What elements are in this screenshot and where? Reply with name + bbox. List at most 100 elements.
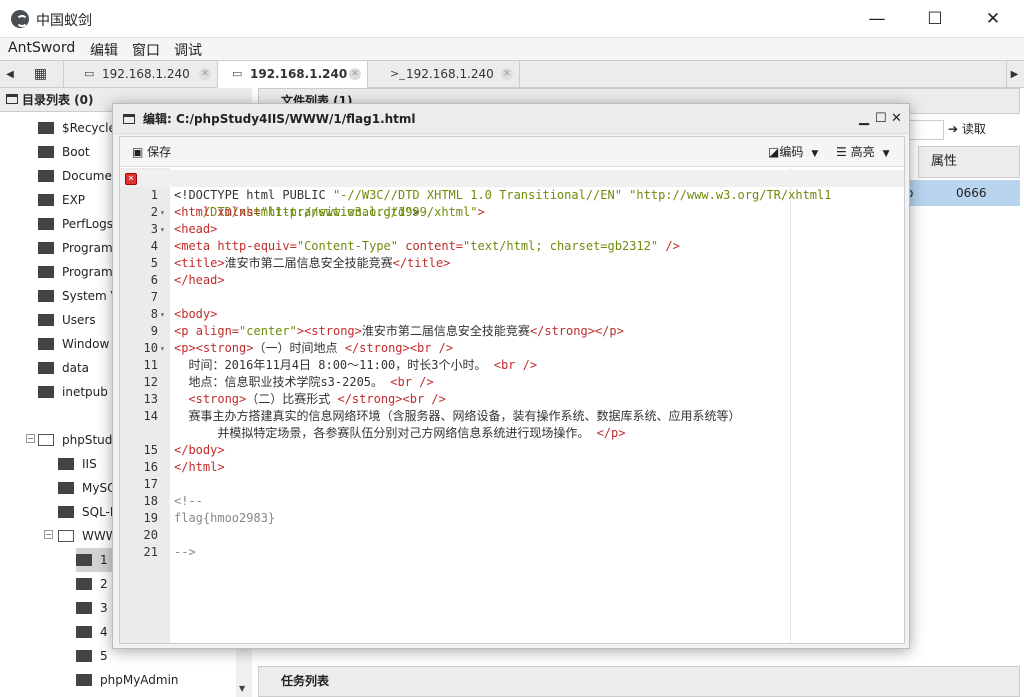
tree-item[interactable]: Docume xyxy=(38,164,112,188)
tree-item[interactable]: 4 xyxy=(76,620,108,644)
task-list-header: 任务列表 xyxy=(258,666,1020,697)
save-button[interactable]: ▣ 保存 xyxy=(132,137,171,167)
save-icon: ▣ xyxy=(132,145,148,159)
tree-item[interactable]: phpMyAdmin xyxy=(76,668,179,692)
tree-item[interactable]: Program xyxy=(38,236,113,260)
highlight-dropdown[interactable]: ☰ 高亮 ▼ xyxy=(836,137,890,169)
editor-dialog-title: 编辑: C:/phpStudy4IIS/WWW/1/flag1.html xyxy=(143,112,416,126)
antsword-logo-icon xyxy=(11,10,29,28)
tree-item[interactable]: Window xyxy=(38,332,109,356)
folder-icon xyxy=(38,241,54,254)
tab-scroll-right-icon[interactable]: ▶ xyxy=(1006,61,1022,88)
tab-terminal[interactable]: >_ 192.168.1.240 ✕ xyxy=(368,61,520,88)
folder-open-icon xyxy=(58,529,74,542)
task-list-title: 任务列表 xyxy=(281,674,330,688)
table-row[interactable]: o 0666 xyxy=(898,180,1020,206)
folder-icon xyxy=(38,169,54,182)
folder-icon xyxy=(38,337,54,350)
collapse-icon[interactable]: − xyxy=(44,530,53,539)
row-attr: 0666 xyxy=(956,186,987,200)
folder-icon xyxy=(58,457,74,470)
folder-icon xyxy=(38,121,54,134)
folder-icon xyxy=(38,193,54,206)
minimize-icon[interactable]: ▁ xyxy=(859,104,869,134)
tab-filemanager-1[interactable]: ▭ 192.168.1.240 ✕ xyxy=(64,61,218,88)
chevron-down-icon: ▼ xyxy=(882,149,890,159)
tree-item[interactable]: Users xyxy=(38,308,96,332)
folder-icon xyxy=(38,145,54,158)
fold-icon[interactable]: ▾ xyxy=(160,306,165,323)
tree-item[interactable]: phpStud xyxy=(38,428,112,452)
tree-item[interactable]: SQL-F xyxy=(58,500,117,524)
tab-filemanager-2[interactable]: ▭ 192.168.1.240 ✕ xyxy=(218,61,368,88)
folder-icon xyxy=(38,289,54,302)
fold-icon[interactable]: ▾ xyxy=(160,221,165,238)
tree-item[interactable]: 3 xyxy=(76,596,108,620)
grid-icon: ▦ xyxy=(33,66,48,82)
tab-scroll-left-icon[interactable]: ◀ xyxy=(2,61,18,88)
code-editor[interactable]: × 1 <!DOCTYPE html PUBLIC "-//W3C//DTD XHT… xyxy=(120,168,904,643)
folder-icon xyxy=(38,265,54,278)
maximize-button[interactable]: ☐ xyxy=(912,0,958,38)
tab-label: 192.168.1.240 xyxy=(102,67,190,81)
tree-item[interactable]: 5 xyxy=(76,644,108,668)
folder-icon xyxy=(76,577,92,590)
window-titlebar: 中国蚁剑 — ☐ ✕ xyxy=(0,0,1024,38)
print-margin xyxy=(790,168,791,643)
collapse-icon[interactable]: − xyxy=(26,434,35,443)
tab-close-icon[interactable]: ✕ xyxy=(501,68,513,80)
list-icon: ☰ xyxy=(836,145,851,159)
read-button[interactable]: ➔ 读取 xyxy=(948,120,986,137)
menu-antsword[interactable]: AntSword xyxy=(8,40,75,56)
code-line: × 1 <!DOCTYPE html PUBLIC "-//W3C//DTD XHT… xyxy=(120,170,904,202)
folder-icon xyxy=(76,553,92,566)
tab-close-icon[interactable]: ✕ xyxy=(349,68,361,80)
error-icon: × xyxy=(125,173,137,185)
editor-dialog-titlebar[interactable]: 编辑: C:/phpStudy4IIS/WWW/1/flag1.html ▁ ☐… xyxy=(113,104,909,134)
tree-item[interactable]: $Recycle xyxy=(38,116,116,140)
encoding-dropdown[interactable]: ◪编码 ▼ xyxy=(768,137,818,169)
folder-icon xyxy=(38,217,54,230)
tree-item[interactable]: IIS xyxy=(58,452,97,476)
menu-debug[interactable]: 调试 xyxy=(174,40,202,60)
tree-item[interactable]: Program xyxy=(38,260,113,284)
scroll-down-icon[interactable]: ▼ xyxy=(239,684,245,693)
column-header-attributes[interactable]: 属性 xyxy=(918,146,1020,178)
tab-close-icon[interactable]: ✕ xyxy=(199,68,211,80)
folder-icon xyxy=(58,505,74,518)
menu-edit[interactable]: 编辑 xyxy=(90,40,118,60)
tree-item[interactable]: System V xyxy=(38,284,119,308)
menu-window[interactable]: 窗口 xyxy=(132,40,160,60)
tab-label: 192.168.1.240 xyxy=(406,67,494,81)
folder-icon xyxy=(76,673,92,686)
tree-item[interactable]: MySQ xyxy=(58,476,117,500)
tree-item[interactable]: data xyxy=(38,356,89,380)
tree-item[interactable]: PerfLogs xyxy=(38,212,113,236)
tab-home[interactable]: ▦ xyxy=(18,61,64,88)
code-line: /DTD/xhtml1-transitional.dtd"> xyxy=(174,205,420,219)
minimize-button[interactable]: — xyxy=(854,0,900,38)
tree-item[interactable]: EXP xyxy=(38,188,85,212)
fold-icon[interactable]: ▾ xyxy=(160,340,165,357)
tree-item[interactable]: Boot xyxy=(38,140,90,164)
close-icon[interactable]: ✕ xyxy=(891,104,902,134)
fold-icon[interactable]: ▾ xyxy=(160,204,165,221)
tree-item[interactable]: WWW xyxy=(58,524,118,548)
close-button[interactable]: ✕ xyxy=(970,0,1016,38)
window-icon xyxy=(123,114,135,124)
window-icon xyxy=(6,94,18,104)
tab-label: 192.168.1.240 xyxy=(250,67,348,81)
folder-icon: ▭ xyxy=(84,67,95,80)
window-title: 中国蚁剑 xyxy=(36,13,92,29)
maximize-icon[interactable]: ☐ xyxy=(875,104,887,134)
folder-icon xyxy=(38,313,54,326)
folder-icon: ▭ xyxy=(232,67,243,80)
folder-icon xyxy=(38,361,54,374)
arrow-right-icon: ➔ xyxy=(948,122,962,136)
tree-item[interactable]: backup xyxy=(58,692,125,697)
tree-item[interactable]: 2 xyxy=(76,572,108,596)
menu-bar: AntSword 编辑 窗口 调试 xyxy=(0,38,1024,60)
editor-toolbar: ▣ 保存 ◪编码 ▼ ☰ 高亮 ▼ xyxy=(120,137,904,167)
folder-icon xyxy=(76,601,92,614)
tree-item[interactable]: inetpub xyxy=(38,380,108,404)
